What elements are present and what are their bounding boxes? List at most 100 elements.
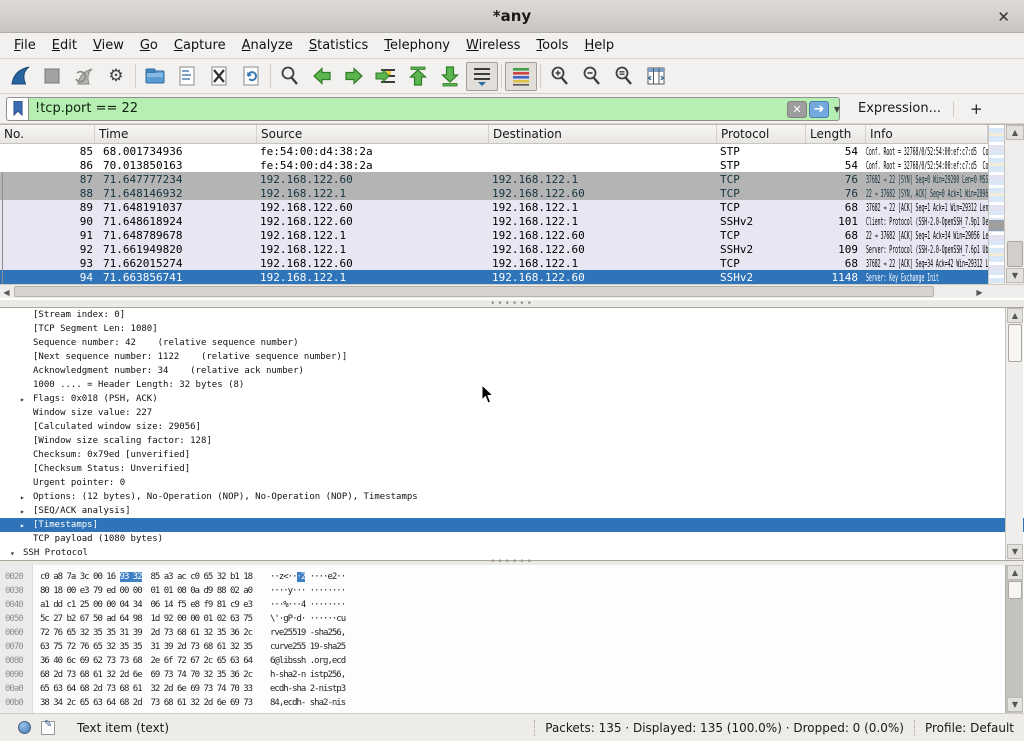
filter-clear-button[interactable]: ✕ (787, 101, 807, 118)
minimap-viewport[interactable] (989, 220, 1005, 231)
detail-line-9[interactable]: [Window size scaling factor: 128] (0, 434, 1024, 448)
display-filter-input[interactable]: !tcp.port == 22 ✕ ➜ ▼ (28, 97, 840, 121)
detail-line-16[interactable]: TCP payload (1080 bytes) (0, 532, 1024, 546)
detail-line-6[interactable]: ▸Flags: 0x018 (PSH, ACK) (0, 392, 1024, 406)
hex-row-0090[interactable]: 009068 2d 73 68 61 32 2d 6e 69 73 74 70 … (0, 668, 1024, 682)
scroll-up-arrow[interactable]: ▲ (1006, 125, 1024, 140)
hex-row-0060[interactable]: 006072 76 65 32 35 35 31 39 2d 73 68 61 … (0, 626, 1024, 640)
find-packet-button[interactable] (274, 62, 306, 91)
menu-file[interactable]: File (6, 35, 44, 56)
auto-scroll-toggle-button[interactable] (466, 62, 498, 91)
scroll-up-arrow[interactable]: ▲ (1007, 565, 1023, 580)
hex-row-0040[interactable]: 0040a1 dd c1 25 00 00 04 34 06 14 f5 e8 … (0, 598, 1024, 612)
detail-line-10[interactable]: Checksum: 0x79ed [unverified] (0, 448, 1024, 462)
packet-list-vscrollbar[interactable]: ▲ ▼ (1004, 125, 1024, 284)
menu-analyze[interactable]: Analyze (234, 35, 301, 56)
go-last-packet-button[interactable] (434, 62, 466, 91)
zoom-original-button[interactable] (608, 62, 640, 91)
go-forward-button[interactable] (338, 62, 370, 91)
packet-row-85[interactable]: 8568.001734936fe:54:00:d4:38:2aSTP54Conf… (0, 144, 1024, 158)
packet-row-90[interactable]: 9071.648618924192.168.122.60192.168.122.… (0, 214, 1024, 228)
packet-list-minimap[interactable] (988, 125, 1004, 284)
capture-comment-icon[interactable] (41, 721, 55, 735)
vscroll-thumb[interactable] (1008, 581, 1022, 599)
detail-line-5[interactable]: 1000 .... = Header Length: 32 bytes (8) (0, 378, 1024, 392)
detail-line-12[interactable]: Urgent pointer: 0 (0, 476, 1024, 490)
packet-row-86[interactable]: 8670.013850163fe:54:00:d4:38:2aSTP54Conf… (0, 158, 1024, 172)
packet-row-92[interactable]: 9271.661949820192.168.122.1192.168.122.6… (0, 242, 1024, 256)
column-header-destination[interactable]: Destination (489, 125, 717, 143)
menu-help[interactable]: Help (576, 35, 622, 56)
zoom-out-button[interactable] (576, 62, 608, 91)
packet-row-91[interactable]: 9171.648789678192.168.122.1192.168.122.6… (0, 228, 1024, 242)
expander-icon[interactable]: ▸ (20, 521, 33, 530)
scroll-down-arrow[interactable]: ▼ (1007, 544, 1023, 559)
go-first-packet-button[interactable] (402, 62, 434, 91)
details-vscrollbar[interactable]: ▲ ▼ (1005, 308, 1023, 560)
detail-line-0[interactable]: [Stream index: 0] (0, 308, 1024, 322)
hex-row-0020[interactable]: 0020c0 a8 7a 3c 00 16 93 32 85 a3 ac c0 … (0, 570, 1024, 584)
zoom-in-button[interactable] (544, 62, 576, 91)
expert-info-icon[interactable] (18, 721, 31, 734)
detail-line-2[interactable]: Sequence number: 42 (relative sequence n… (0, 336, 1024, 350)
filter-bookmarks-button[interactable] (6, 97, 28, 121)
menu-go[interactable]: Go (132, 35, 166, 56)
detail-line-1[interactable]: [TCP Segment Len: 1080] (0, 322, 1024, 336)
detail-line-8[interactable]: [Calculated window size: 29056] (0, 420, 1024, 434)
packet-row-89[interactable]: 8971.648191037192.168.122.60192.168.122.… (0, 200, 1024, 214)
vscroll-thumb[interactable] (1008, 324, 1022, 362)
menu-wireless[interactable]: Wireless (458, 35, 528, 56)
colorize-toggle-button[interactable] (505, 62, 537, 91)
scroll-down-arrow[interactable]: ▼ (1006, 268, 1024, 283)
save-capture-file-button[interactable] (171, 62, 203, 91)
scroll-up-arrow[interactable]: ▲ (1007, 308, 1023, 323)
filter-apply-button[interactable]: ➜ (809, 101, 829, 118)
menu-capture[interactable]: Capture (166, 35, 234, 56)
menu-telephony[interactable]: Telephony (376, 35, 458, 56)
detail-line-3[interactable]: [Next sequence number: 1122 (relative se… (0, 350, 1024, 364)
go-to-packet-button[interactable] (370, 62, 402, 91)
hex-row-0070[interactable]: 007063 75 72 76 65 32 35 35 31 39 2d 73 … (0, 640, 1024, 654)
column-header-length[interactable]: Length (806, 125, 866, 143)
detail-line-13[interactable]: ▸Options: (12 bytes), No-Operation (NOP)… (0, 490, 1024, 504)
close-window-button[interactable]: ✕ (993, 6, 1014, 28)
detail-line-7[interactable]: Window size value: 227 (0, 406, 1024, 420)
column-header-info[interactable]: Info (866, 125, 988, 143)
packet-list-hscrollbar[interactable]: ◀ ▶ (0, 284, 988, 298)
hscroll-thumb[interactable] (14, 286, 934, 297)
packet-row-94[interactable]: 9471.663856741192.168.122.1192.168.122.6… (0, 270, 1024, 284)
menu-tools[interactable]: Tools (528, 35, 576, 56)
packet-row-87[interactable]: 8771.647777234192.168.122.60192.168.122.… (0, 172, 1024, 186)
column-header-no[interactable]: No. (0, 125, 95, 143)
pane-splitter-top[interactable]: •••••• (0, 300, 1024, 307)
stop-capture-button[interactable] (36, 62, 68, 91)
menu-view[interactable]: View (85, 35, 132, 56)
packet-row-88[interactable]: 8871.648146932192.168.122.1192.168.122.6… (0, 186, 1024, 200)
resize-columns-button[interactable] (640, 62, 672, 91)
close-capture-file-button[interactable] (203, 62, 235, 91)
expander-icon[interactable]: ▸ (20, 395, 33, 404)
profile-label[interactable]: Profile: Default (925, 721, 1024, 735)
scroll-left-arrow[interactable]: ◀ (0, 286, 13, 298)
expander-icon[interactable]: ▾ (10, 549, 23, 558)
hex-row-0080[interactable]: 008036 40 6c 69 62 73 73 68 2e 6f 72 67 … (0, 654, 1024, 668)
vscroll-thumb[interactable] (1007, 241, 1023, 267)
detail-line-14[interactable]: ▸[SEQ/ACK analysis] (0, 504, 1024, 518)
expander-icon[interactable]: ▸ (20, 493, 33, 502)
hex-row-00a0[interactable]: 00a065 63 64 68 2d 73 68 61 32 2d 6e 69 … (0, 682, 1024, 696)
filter-history-dropdown[interactable]: ▼ (831, 102, 843, 117)
open-capture-file-button[interactable] (139, 62, 171, 91)
start-capture-button[interactable] (4, 62, 36, 91)
column-header-time[interactable]: Time (95, 125, 257, 143)
restart-capture-button[interactable] (68, 62, 100, 91)
menu-edit[interactable]: Edit (44, 35, 85, 56)
bytes-vscrollbar[interactable]: ▲ ▼ (1005, 565, 1023, 713)
hex-row-0050[interactable]: 00505c 27 b2 67 50 ad 64 98 1d 92 00 00 … (0, 612, 1024, 626)
pane-splitter-bottom[interactable]: •••••• (0, 558, 1024, 565)
expression-button[interactable]: Expression... (858, 101, 941, 116)
add-filter-button[interactable]: + (964, 100, 989, 118)
menu-statistics[interactable]: Statistics (301, 35, 376, 56)
expander-icon[interactable]: ▸ (20, 507, 33, 516)
detail-line-11[interactable]: [Checksum Status: Unverified] (0, 462, 1024, 476)
column-header-source[interactable]: Source (257, 125, 489, 143)
